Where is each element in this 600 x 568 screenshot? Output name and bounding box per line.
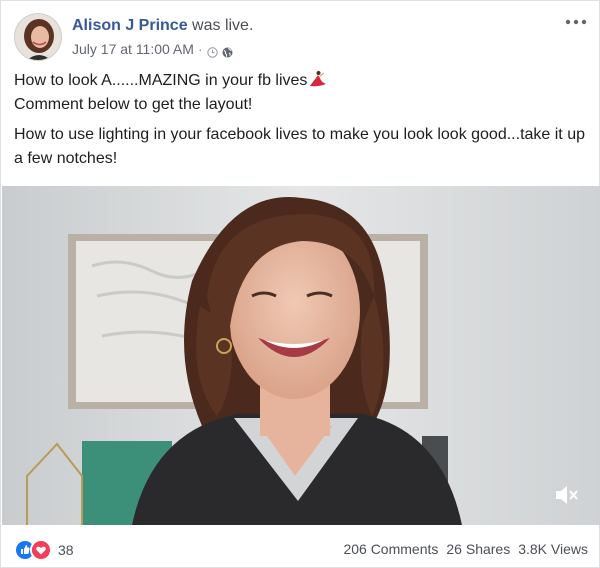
reactions-summary[interactable]: 38 <box>14 539 74 561</box>
post-meta: Alison J Prince was live. July 17 at 11:… <box>72 16 253 58</box>
avatar[interactable] <box>14 13 62 61</box>
post-footer: 38 206 Comments 26 Shares 3.8K Views <box>14 535 588 563</box>
post-text: How to look A......MAZING in your fb liv… <box>14 69 590 171</box>
post-header: Alison J Prince was live. July 17 at 11:… <box>14 13 588 61</box>
globe-icon[interactable] <box>222 44 233 57</box>
love-icon <box>30 539 52 561</box>
post-text-paragraph-1: How to look A......MAZING in your fb liv… <box>14 69 590 117</box>
author-line: Alison J Prince was live. <box>72 16 253 36</box>
dancer-emoji <box>309 70 327 88</box>
post-text-line-1: How to look A......MAZING in your fb liv… <box>14 72 308 89</box>
post-text-line-2: Comment below to get the layout! <box>14 96 253 113</box>
more-options-icon[interactable] <box>564 15 588 29</box>
separator: · <box>197 41 203 57</box>
post-text-paragraph-2: How to use lighting in your facebook liv… <box>14 126 585 167</box>
engagement-stats: 206 Comments 26 Shares 3.8K Views <box>343 539 588 559</box>
reaction-count: 38 <box>58 542 74 558</box>
clock-icon <box>206 44 218 58</box>
video-frame <box>2 186 600 525</box>
post-timestamp[interactable]: July 17 at 11:00 AM <box>72 40 194 58</box>
views-count: 3.8K Views <box>518 541 588 557</box>
mute-icon[interactable] <box>554 484 580 506</box>
shares-count-link[interactable]: 26 Shares <box>446 539 510 559</box>
live-video-player[interactable] <box>2 186 600 525</box>
comments-count-link[interactable]: 206 Comments <box>343 539 438 559</box>
post-action: was live. <box>192 17 254 34</box>
author-name[interactable]: Alison J Prince <box>72 17 188 34</box>
live-video-post: Alison J Prince was live. July 17 at 11:… <box>0 0 600 568</box>
timestamp-line: July 17 at 11:00 AM · <box>72 40 253 58</box>
